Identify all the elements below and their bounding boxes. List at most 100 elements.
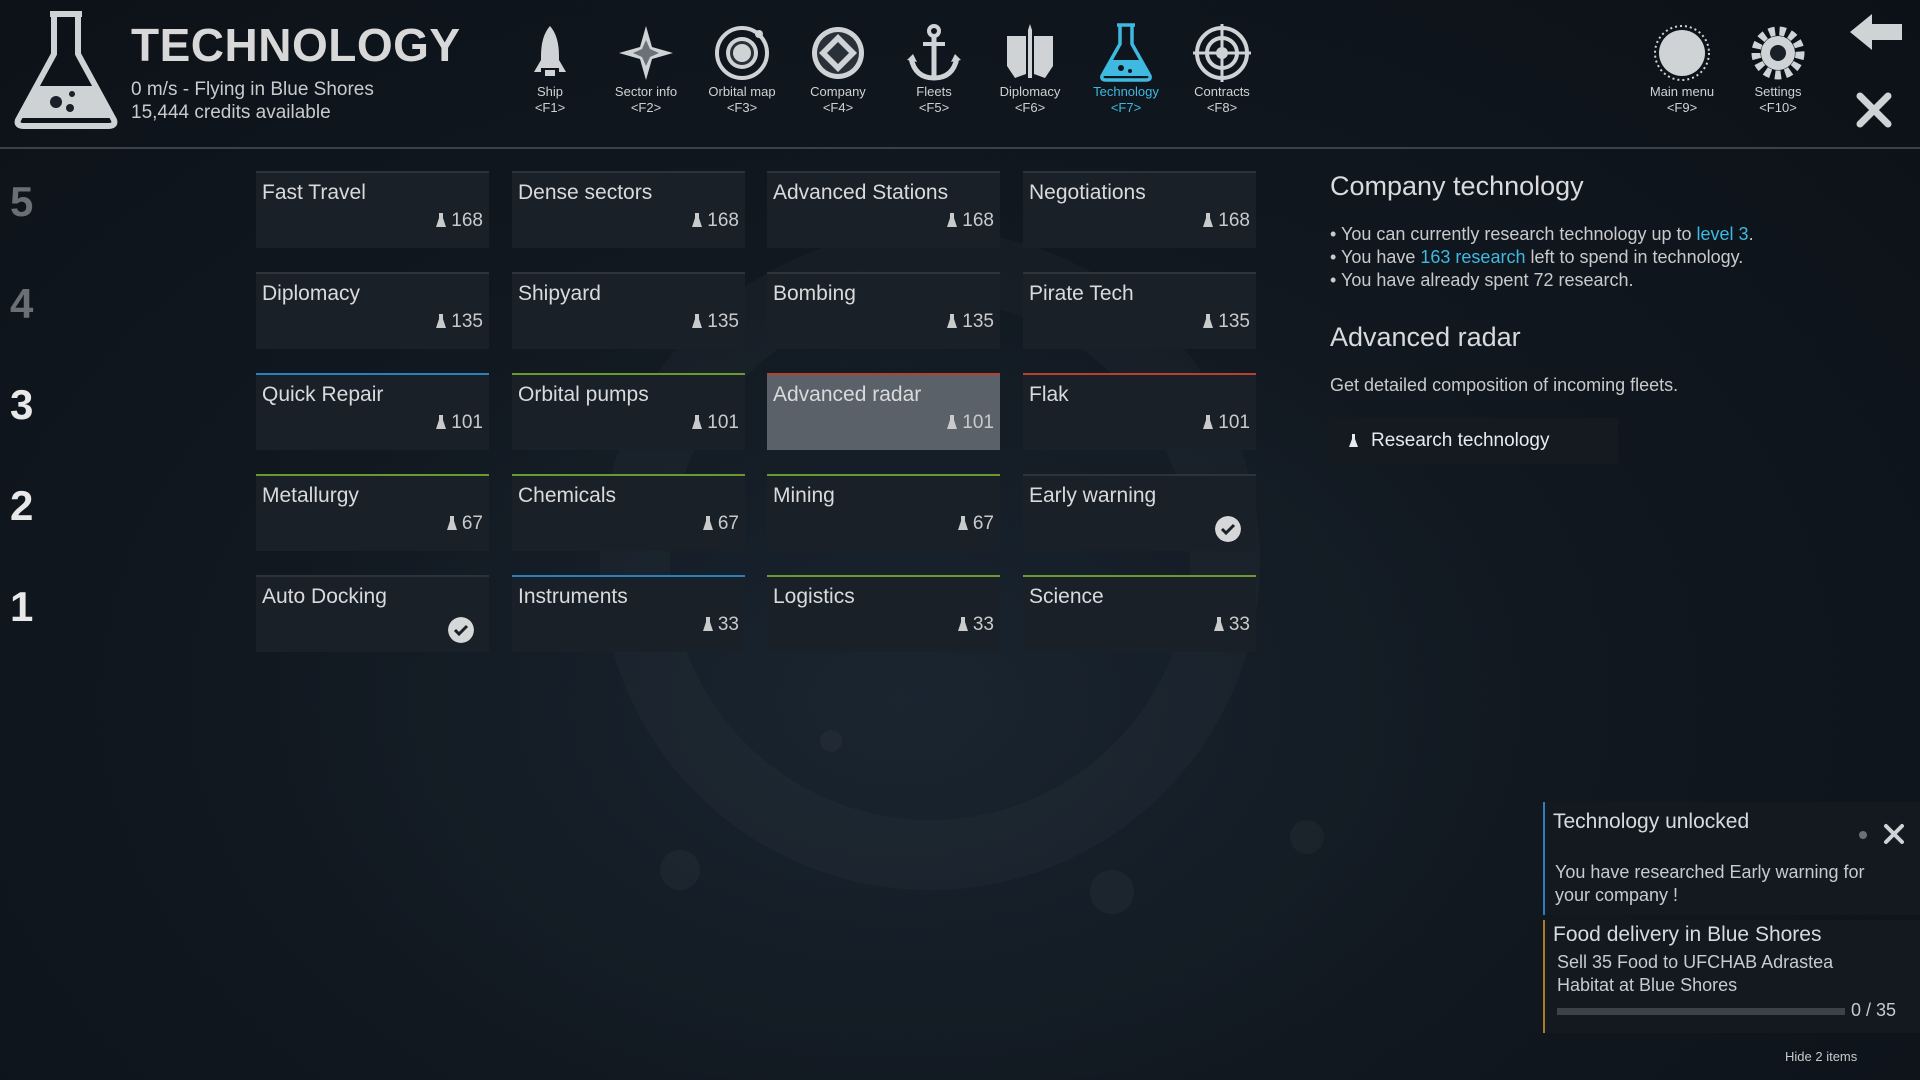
nav-main-menu[interactable]: Main menu <F9> [1634,22,1730,116]
tech-name: Early warning [1029,484,1157,507]
tech-cost: 33 [702,614,739,636]
tech-name: Science [1029,585,1104,608]
tech-name: Metallurgy [262,484,359,507]
selected-tech-description: Get detailed composition of incoming fle… [1330,375,1679,395]
research-flask-icon [947,415,958,429]
tech-card-bombing[interactable]: Bombing 135 [767,272,1000,349]
contract-progress-text: 0 / 35 [1851,1000,1897,1020]
anchor-icon [907,24,961,81]
research-flask-icon [947,213,958,227]
tech-card-mining[interactable]: Mining 67 [767,474,1000,551]
nav-fleets[interactable]: Fleets <F5> [886,22,982,116]
ship-status: 0 m/s - Flying in Blue Shores [131,79,374,100]
tech-card-quick-repair[interactable]: Quick Repair 101 [256,373,489,450]
company-emblem-icon [812,27,864,79]
nav-label: Ship [536,84,564,99]
tech-cost: 168 [1202,210,1250,232]
dismiss-notification-icon[interactable] [1883,823,1905,845]
tech-name: Advanced Stations [773,181,949,204]
researched-check-icon [1215,516,1241,542]
nav-label: Technology [1093,84,1159,99]
tech-card-shipyard[interactable]: Shipyard 135 [512,272,745,349]
nav-shortcut: <F6> [1014,100,1046,115]
tech-name: Pirate Tech [1029,282,1134,305]
tech-cost: 168 [691,210,739,232]
tier-label-1: 1 [10,583,34,630]
tech-name: Diplomacy [262,282,361,305]
background-dot [1290,820,1324,854]
back-arrow-icon[interactable] [1848,12,1904,52]
notification-title: Food delivery in Blue Shores [1553,923,1822,946]
hide-notifications-button[interactable]: Hide 2 items [1785,1049,1857,1064]
tech-name: Dense sectors [518,181,653,204]
research-flask-icon [692,213,703,227]
tech-card-negotiations[interactable]: Negotiations 168 [1023,171,1256,248]
tech-cost: 101 [691,412,739,434]
research-flask-icon [436,213,447,227]
nav-shortcut: <F9> [1666,100,1698,115]
tech-card-diplomacy[interactable]: Diplomacy 135 [256,272,489,349]
tech-card-orbital-pumps[interactable]: Orbital pumps 101 [512,373,745,450]
tech-name: Orbital pumps [518,383,649,406]
tech-name: Quick Repair [262,383,384,406]
target-icon [1193,24,1251,82]
research-points-info: • You have 163 research left to spend in… [1330,247,1744,267]
tech-card-early-warning[interactable]: Early warning [1023,474,1256,551]
nav-label: Fleets [916,84,952,99]
nav-label: Main menu [1649,84,1715,99]
nav-company[interactable]: Company <F4> [790,22,886,116]
tech-cost: 101 [1202,412,1250,434]
flask-icon [1100,23,1152,82]
nav-shortcut: <F5> [918,100,950,115]
tech-card-science[interactable]: Science 33 [1023,575,1256,652]
tech-card-chemicals[interactable]: Chemicals 67 [512,474,745,551]
tech-card-dense-sectors[interactable]: Dense sectors 168 [512,171,745,248]
tech-name: Advanced radar [773,383,922,406]
nav-ship[interactable]: Ship <F1> [502,22,598,116]
background-dot [820,730,842,752]
research-flask-icon [446,516,457,530]
nav-shortcut: <F8> [1206,100,1238,115]
tech-card-advanced-stations[interactable]: Advanced Stations 168 [767,171,1000,248]
tech-card-auto-docking[interactable]: Auto Docking [256,575,489,652]
nav-label: Sector info [614,84,678,99]
research-flask-icon [702,617,713,631]
tech-card-advanced-radar[interactable]: Advanced radar 101 [767,373,1000,450]
tech-card-fast-travel[interactable]: Fast Travel 168 [256,171,489,248]
nav-settings[interactable]: Settings <F10> [1730,22,1826,116]
nav-diplomacy[interactable]: Diplomacy <F6> [982,22,1078,116]
research-flask-icon [1349,434,1358,447]
researched-check-icon [448,617,474,643]
research-technology-button[interactable]: Research technology [1330,418,1618,464]
tech-card-metallurgy[interactable]: Metallurgy 67 [256,474,489,551]
contract-progress-bar [1557,1008,1845,1015]
tech-card-pirate-tech[interactable]: Pirate Tech 135 [1023,272,1256,349]
nav-sector-info[interactable]: Sector info <F2> [598,22,694,116]
close-icon[interactable] [1856,92,1892,128]
diplomacy-icon [1007,24,1053,78]
company-technology-heading: Company technology [1330,171,1584,201]
tech-name: Chemicals [518,484,617,507]
tech-card-logistics[interactable]: Logistics 33 [767,575,1000,652]
tech-cost: 67 [702,513,739,535]
notification-unread-dot [1859,831,1867,839]
background-dot [660,850,700,890]
research-flask-icon [692,415,703,429]
nav-technology[interactable]: Technology <F7> [1078,22,1174,116]
research-level-info: • You can currently research technology … [1330,224,1754,244]
rocket-icon [534,26,566,76]
gear-icon [1751,26,1805,80]
tech-name: Flak [1029,383,1069,406]
nav-shortcut: <F7> [1110,100,1142,115]
research-flask-icon [1203,415,1214,429]
tech-name: Mining [773,484,835,507]
nav-contracts[interactable]: Contracts <F8> [1174,22,1270,116]
tech-cost: 168 [946,210,994,232]
tech-card-instruments[interactable]: Instruments 33 [512,575,745,652]
tech-card-flak[interactable]: Flak 101 [1023,373,1256,450]
tech-cost: 67 [446,513,483,535]
research-spent-info: • You have already spent 72 research. [1330,270,1634,290]
tier-label-2: 2 [10,482,34,529]
nav-orbital-map[interactable]: Orbital map <F3> [694,22,790,116]
tech-cost: 135 [1202,311,1250,333]
